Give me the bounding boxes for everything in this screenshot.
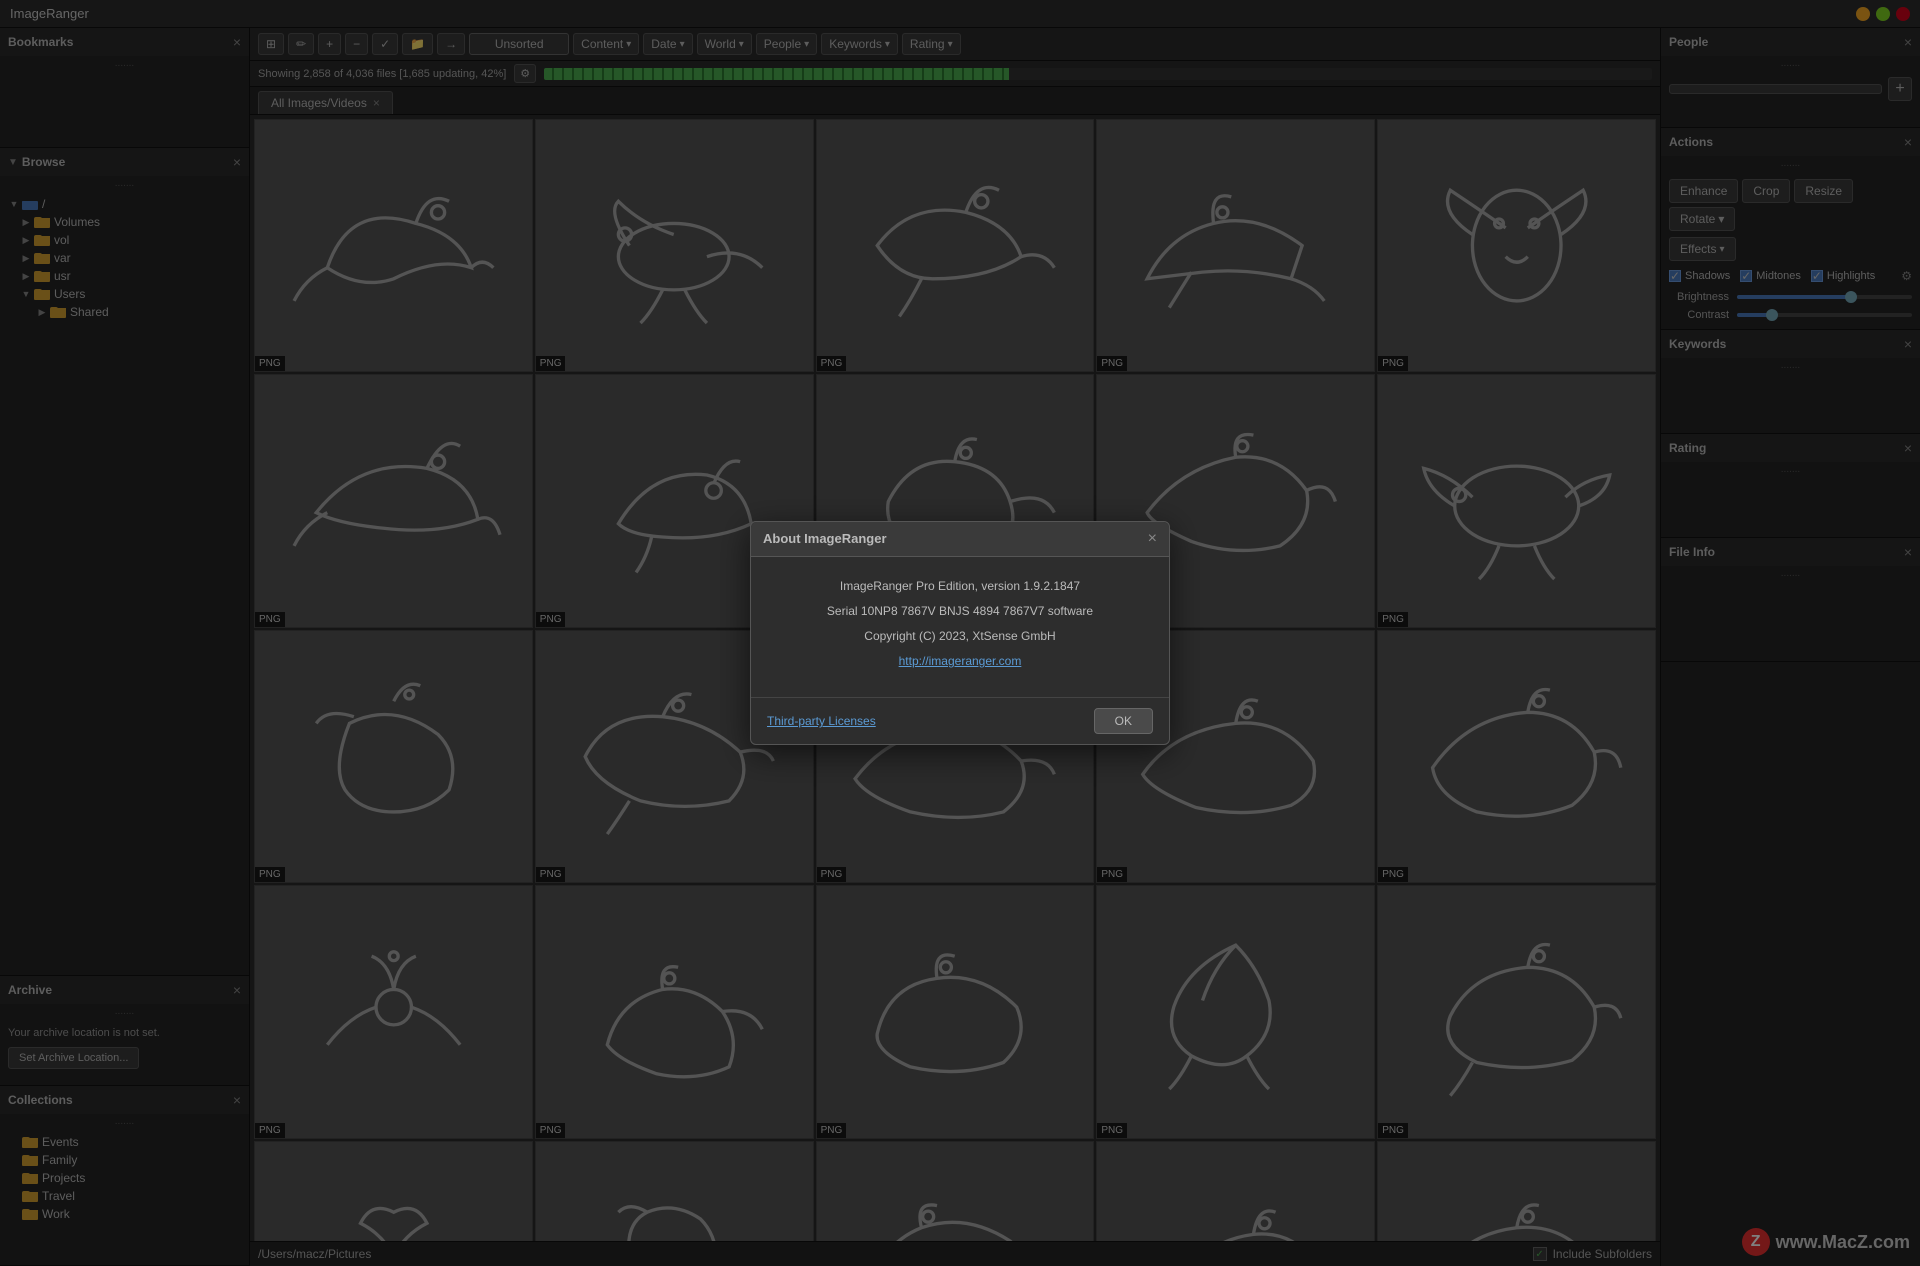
dialog-line3: Copyright (C) 2023, XtSense GmbH [771, 627, 1149, 646]
dialog-ok-button[interactable]: OK [1094, 708, 1153, 734]
third-party-link[interactable]: Third-party Licenses [767, 714, 876, 728]
dialog-body: ImageRanger Pro Edition, version 1.9.2.1… [751, 557, 1169, 698]
dialog-line1: ImageRanger Pro Edition, version 1.9.2.1… [771, 577, 1149, 596]
dialog-link[interactable]: http://imageranger.com [899, 654, 1022, 668]
dialog-title: About ImageRanger [763, 531, 887, 546]
dialog-line2: Serial 10NP8 7867V BNJS 4894 7867V7 soft… [771, 602, 1149, 621]
dialog-close-icon[interactable]: × [1148, 530, 1157, 548]
about-dialog: About ImageRanger × ImageRanger Pro Edit… [750, 521, 1170, 746]
dialog-titlebar: About ImageRanger × [751, 522, 1169, 557]
dialog-footer: Third-party Licenses OK [751, 697, 1169, 744]
dialog-overlay: About ImageRanger × ImageRanger Pro Edit… [0, 0, 1920, 1266]
